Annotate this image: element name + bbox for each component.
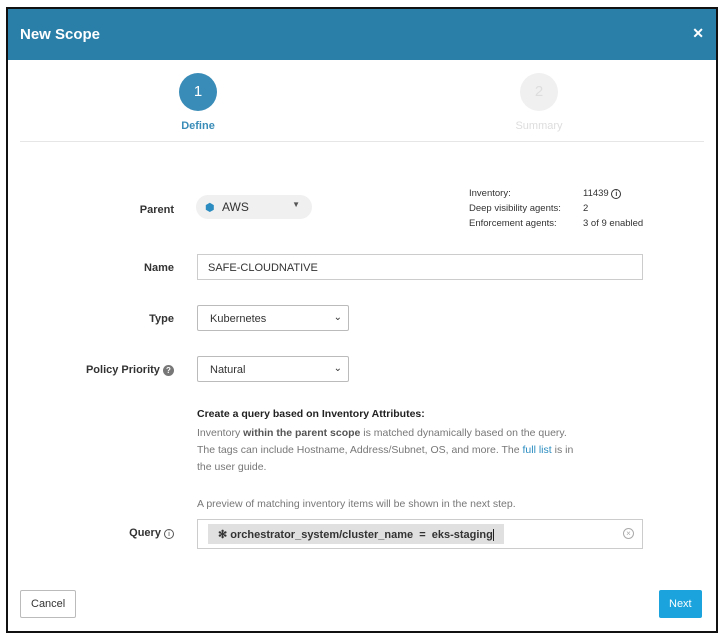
dialog-header: New Scope ✕ xyxy=(8,9,716,60)
policy-priority-label: Policy Priority ? xyxy=(14,364,174,376)
deep-visibility-label: Deep visibility agents: xyxy=(469,203,561,214)
info-icon[interactable]: i xyxy=(611,189,622,199)
step-define[interactable]: 1 Define xyxy=(138,73,258,132)
close-icon[interactable]: ✕ xyxy=(692,25,704,42)
query-input[interactable]: ✻ orchestrator_system/cluster_name = eks… xyxy=(197,519,643,549)
deep-visibility-value: 2 xyxy=(583,203,589,214)
step-label: Define xyxy=(181,120,215,132)
policy-priority-text: Policy Priority xyxy=(85,364,160,376)
inventory-labels: Inventory: Deep visibility agents: Enfor… xyxy=(469,186,561,231)
enforcement-label: Enforcement agents: xyxy=(469,218,557,229)
policy-priority-value: Natural xyxy=(210,364,246,376)
name-input[interactable]: SAFE-CLOUDNATIVE xyxy=(197,254,643,280)
desc-text: Inventory xyxy=(197,427,244,439)
preview-note: A preview of matching inventory items wi… xyxy=(197,498,516,510)
inventory-values: 11439 i 2 3 of 9 enabled xyxy=(583,186,643,231)
cube-icon: ⬢ xyxy=(205,202,215,214)
help-icon[interactable]: ? xyxy=(163,365,174,376)
caret-down-icon: ▼ xyxy=(292,200,300,209)
asterisk-icon: ✻ xyxy=(218,529,228,541)
step-label: Summary xyxy=(515,120,563,132)
name-value: SAFE-CLOUDNATIVE xyxy=(208,262,318,274)
query-description: Inventory within the parent scope is mat… xyxy=(197,425,587,476)
query-label: Query i xyxy=(14,527,174,539)
chevron-down-icon: ⌄ xyxy=(333,312,342,323)
text-cursor xyxy=(492,529,494,542)
parent-value: AWS xyxy=(221,200,249,214)
desc-bold: within the parent scope xyxy=(243,427,361,439)
inventory-value: 11439 xyxy=(583,188,609,199)
query-tag-text: orchestrator_system/cluster_name = eks-s… xyxy=(230,529,493,541)
parent-label: Parent xyxy=(139,204,174,216)
query-tag[interactable]: ✻ orchestrator_system/cluster_name = eks… xyxy=(208,524,504,544)
query-heading: Create a query based on Inventory Attrib… xyxy=(197,408,425,420)
dialog-title: New Scope xyxy=(20,26,101,43)
name-label: Name xyxy=(144,262,174,274)
policy-priority-select[interactable]: Natural ⌄ xyxy=(197,356,349,382)
step-number: 1 xyxy=(179,73,217,111)
type-label: Type xyxy=(149,313,174,325)
new-scope-dialog: New Scope ✕ 1 Define 2 Summary Parent ⬢ … xyxy=(6,7,718,633)
info-icon[interactable]: i xyxy=(164,529,174,539)
step-summary: 2 Summary xyxy=(479,73,599,132)
type-value: Kubernetes xyxy=(210,313,267,325)
type-select[interactable]: Kubernetes ⌄ xyxy=(197,305,349,331)
parent-selector[interactable]: ⬢ AWS ▼ xyxy=(196,195,312,219)
enforcement-value: 3 of 9 enabled xyxy=(583,218,644,229)
cancel-button[interactable]: Cancel xyxy=(20,590,77,618)
step-number: 2 xyxy=(520,73,558,111)
next-button[interactable]: Next xyxy=(659,590,702,618)
query-label-text: Query xyxy=(129,527,161,539)
inventory-label: Inventory: xyxy=(469,188,511,199)
clear-icon[interactable]: × xyxy=(623,528,634,539)
chevron-down-icon: ⌄ xyxy=(333,363,342,374)
wizard-steps: 1 Define 2 Summary xyxy=(20,60,704,142)
full-list-link[interactable]: full list xyxy=(523,444,552,456)
